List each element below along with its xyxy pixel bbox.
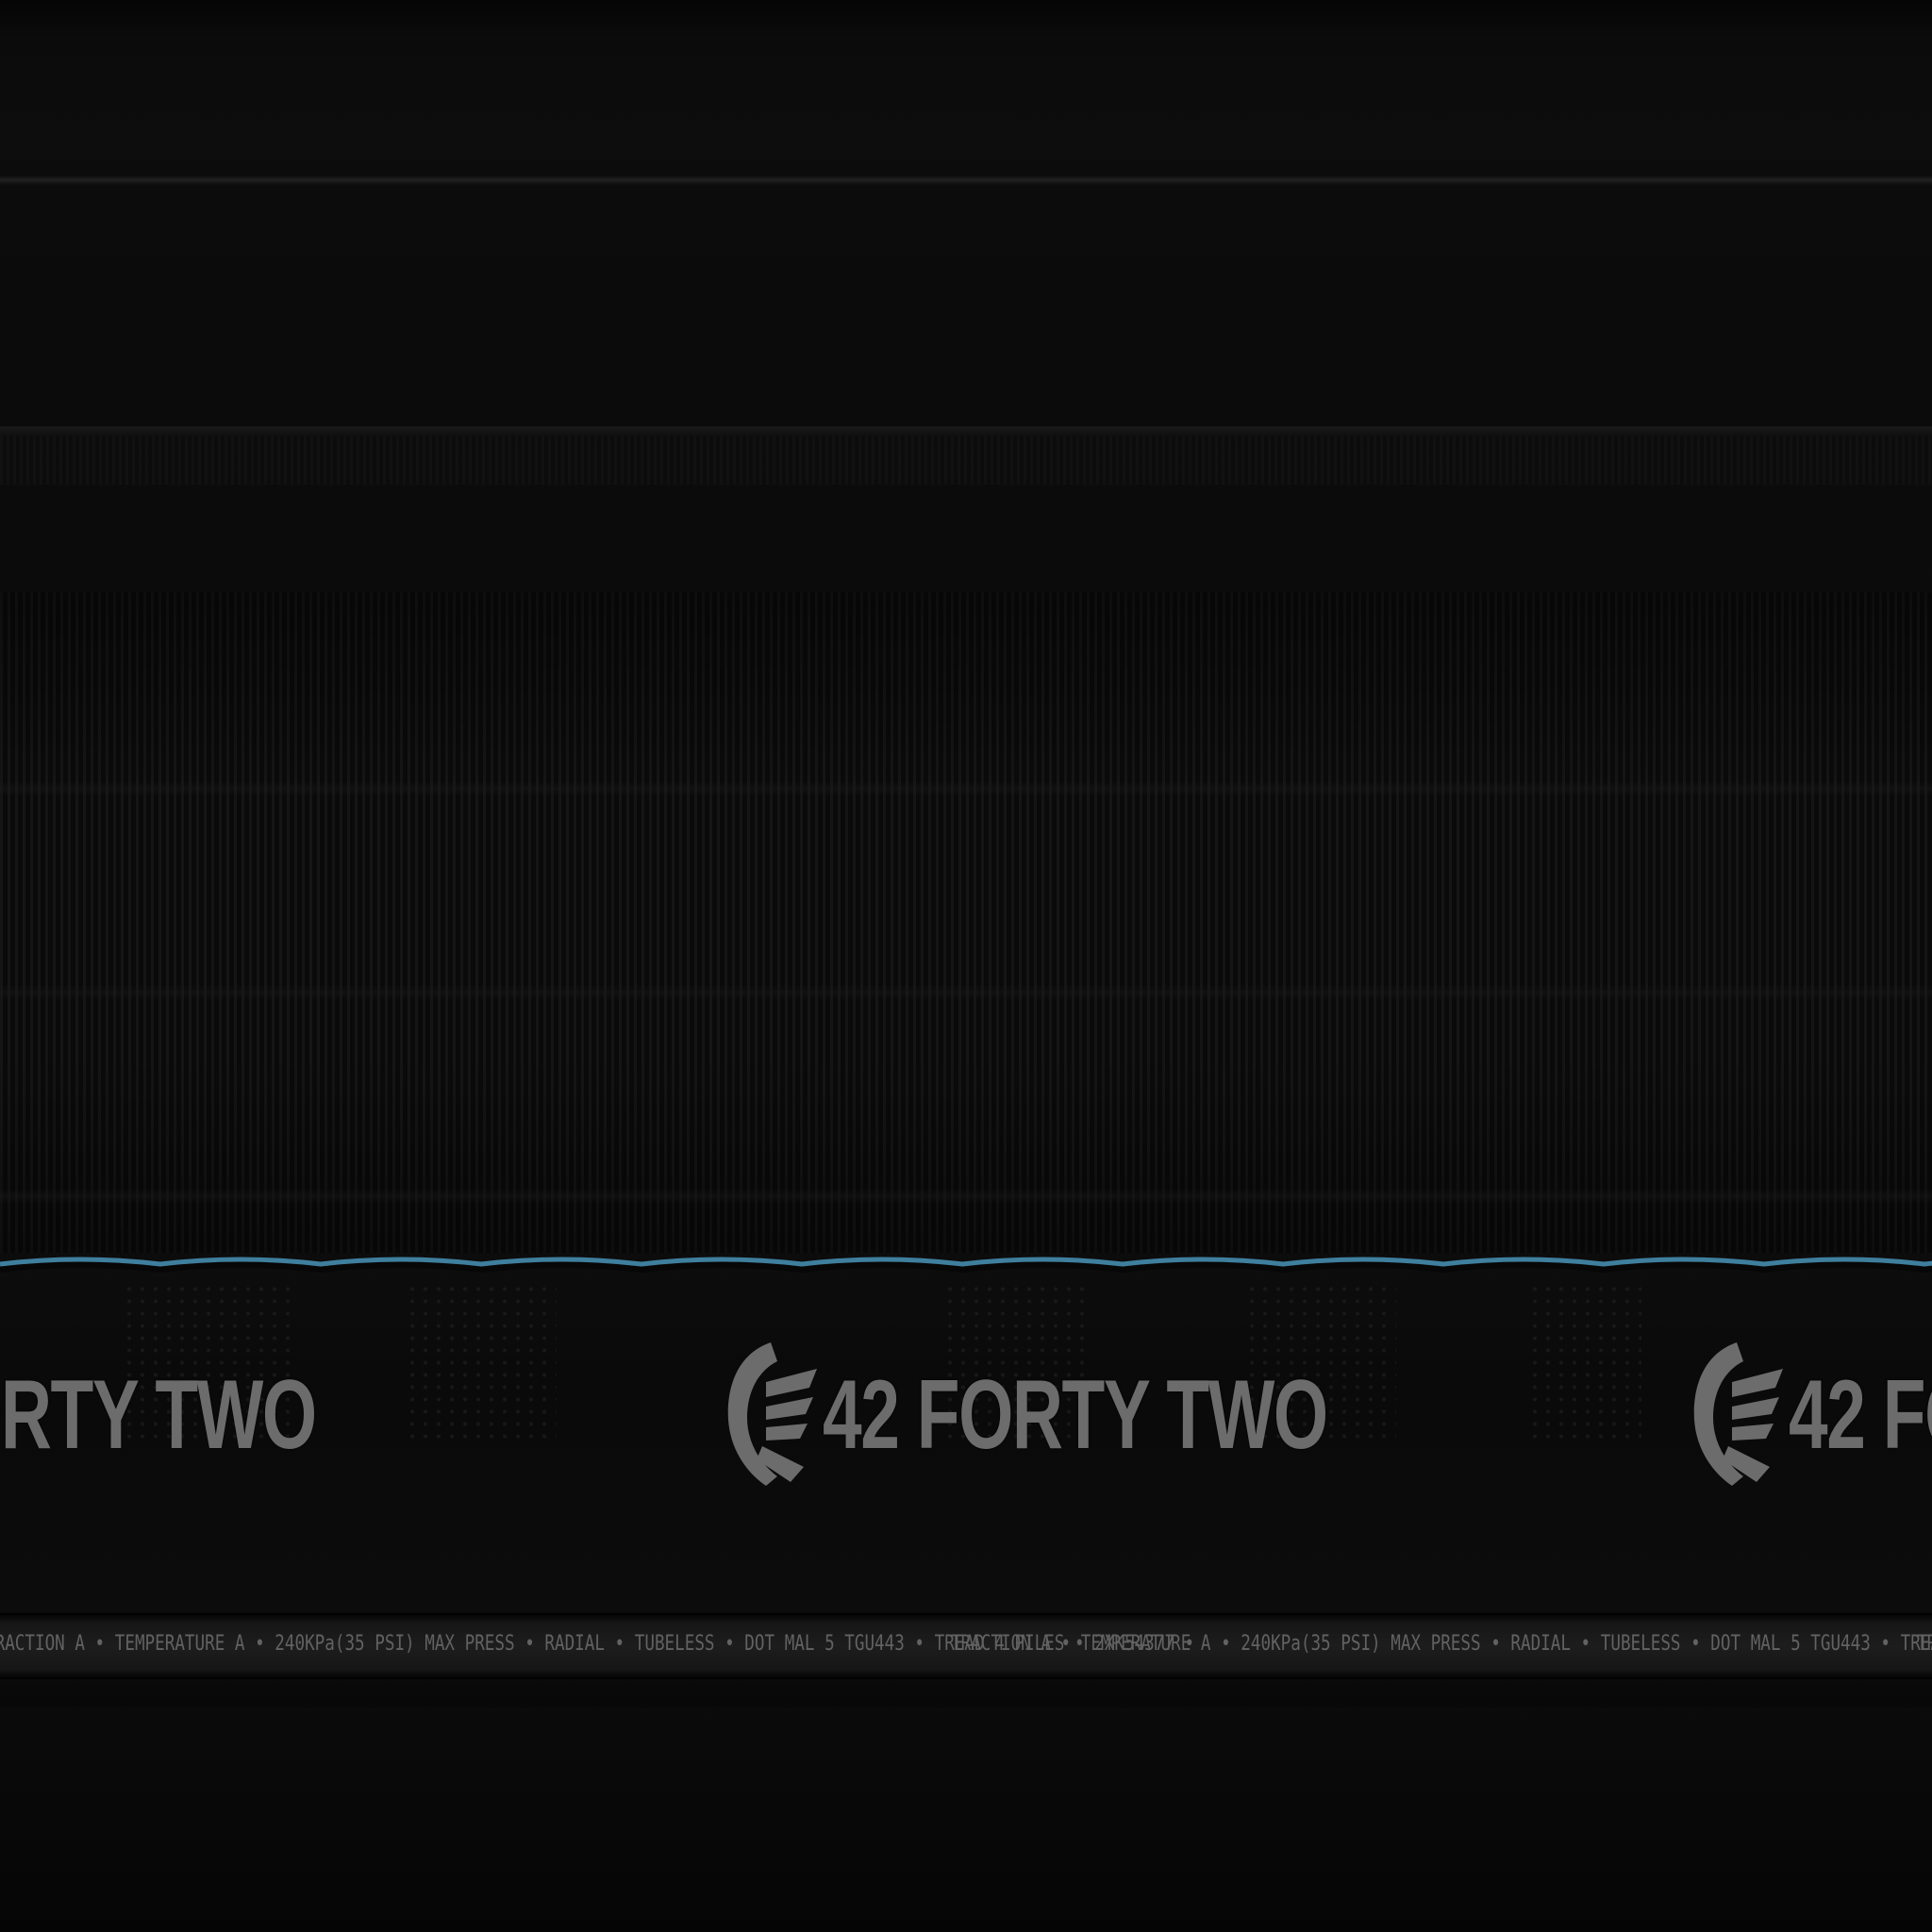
brand-name: 42 FORTY TWO	[1789, 1360, 1932, 1470]
tire-texture-map: 42 FORTY TWO 42 FORTY TWO 42 FORTY TWO T…	[0, 0, 1932, 1932]
winged-helmet-icon	[727, 1342, 817, 1486]
shoulder-ridge-highlight	[0, 426, 1932, 436]
brand-name: 42 FORTY TWO	[0, 1360, 317, 1470]
top-edge-line	[0, 175, 1932, 185]
winged-helmet-icon	[1693, 1342, 1783, 1486]
sidewall-marking-text: TRACTION A • TEMPERATURE A • 240KPa(35 P…	[0, 1632, 1195, 1656]
brand-logo-right: 42 FORTY TWO	[1685, 1330, 1932, 1500]
tread-shading	[0, 592, 1932, 1253]
brand-name: 42 FORTY TWO	[823, 1360, 1328, 1470]
brand-logo-left: 42 FORTY TWO	[0, 1330, 512, 1500]
sidewall-marking-text: TRACTION A • TEMPERATURE A • 240KPa(35 P…	[1917, 1632, 1932, 1656]
sidewall-marking-strip: TRACTION A • TEMPERATURE A • 240KPa(35 P…	[0, 1613, 1932, 1679]
dot-pattern-right	[1528, 1283, 1641, 1443]
sidewall-marking-text: TRACTION A • TEMPERATURE A • 240KPa(35 P…	[951, 1632, 1932, 1656]
brand-logo-center: 42 FORTY TWO	[719, 1330, 1524, 1500]
